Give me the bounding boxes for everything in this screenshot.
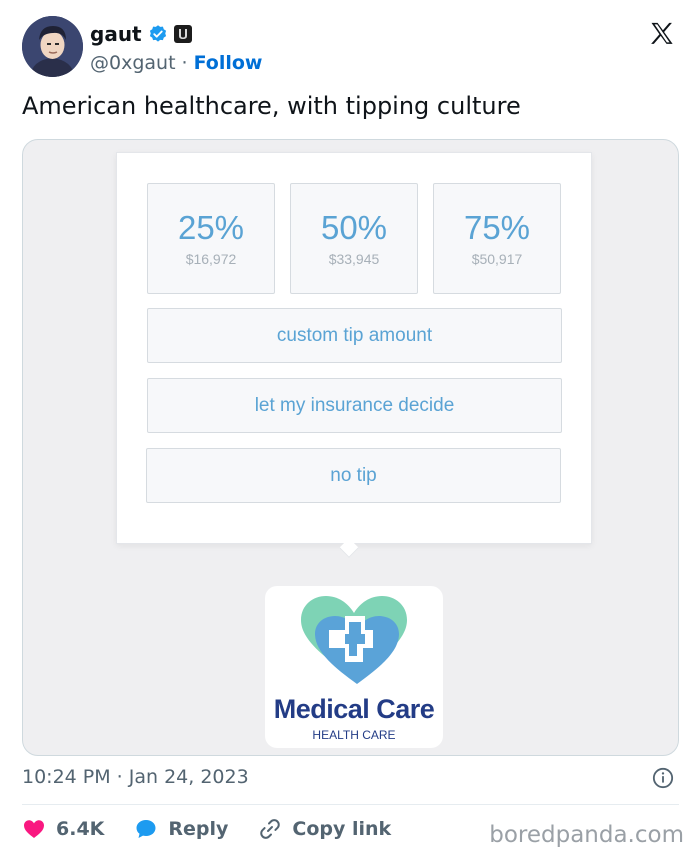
tip-percent: 75% xyxy=(463,209,531,247)
no-tip-button[interactable]: no tip xyxy=(146,448,561,503)
heart-icon xyxy=(24,820,44,838)
affiliate-badge-icon[interactable] xyxy=(173,25,192,43)
author-name[interactable]: gaut xyxy=(90,22,142,46)
custom-tip-button[interactable]: custom tip amount xyxy=(147,308,562,363)
medical-care-logo: Medical Care HEALTH CARE xyxy=(265,586,443,748)
tip-dialog: 25% $16,972 50% $33,945 75% $50,917 cust… xyxy=(116,152,592,544)
separator-dot: · xyxy=(181,52,188,74)
like-button[interactable]: 6.4K xyxy=(22,817,104,841)
tweet-actions: 6.4K Reply Copy link xyxy=(22,817,421,841)
verified-badge-icon xyxy=(149,25,166,42)
logo-subtitle: HEALTH CARE xyxy=(312,728,396,742)
reply-button[interactable]: Reply xyxy=(134,817,228,841)
tweet-timestamp[interactable]: 10:24 PM · Jan 24, 2023 xyxy=(22,766,249,788)
tip-amount: $16,972 xyxy=(185,250,237,267)
avatar-image xyxy=(22,16,83,77)
x-logo-icon[interactable] xyxy=(648,20,676,48)
tip-percent: 25% xyxy=(177,209,245,247)
author-handle[interactable]: @0xgaut xyxy=(90,52,176,74)
reply-label: Reply xyxy=(168,818,229,840)
handle-row: @0xgaut · Follow xyxy=(90,52,262,74)
avatar[interactable] xyxy=(22,16,83,77)
copy-link-label: Copy link xyxy=(292,818,392,840)
info-icon[interactable] xyxy=(652,767,674,789)
name-row: gaut xyxy=(90,22,192,46)
tip-option-25[interactable]: 25% $16,972 xyxy=(147,183,275,294)
tip-percent: 50% xyxy=(320,209,388,247)
copy-link-button[interactable]: Copy link xyxy=(258,817,391,841)
link-icon xyxy=(260,819,281,839)
tweet-text: American healthcare, with tipping cultur… xyxy=(22,92,521,120)
tip-option-50[interactable]: 50% $33,945 xyxy=(290,183,418,294)
insurance-decide-button[interactable]: let my insurance decide xyxy=(147,378,562,433)
tweet-media[interactable]: 25% $16,972 50% $33,945 75% $50,917 cust… xyxy=(22,139,679,756)
watermark: boredpanda.com xyxy=(489,822,684,848)
tip-amount: $50,917 xyxy=(471,250,523,267)
divider xyxy=(22,804,679,805)
tip-amount: $33,945 xyxy=(328,250,380,267)
tweet-header: gaut @0xgaut · Follow xyxy=(22,16,682,78)
logo-title: Medical Care xyxy=(273,694,435,724)
like-count: 6.4K xyxy=(56,818,105,840)
tip-option-75[interactable]: 75% $50,917 xyxy=(433,183,561,294)
follow-button[interactable]: Follow xyxy=(194,52,263,74)
heart-cross-logo-icon xyxy=(301,596,407,684)
reply-bubble-icon xyxy=(136,820,156,838)
